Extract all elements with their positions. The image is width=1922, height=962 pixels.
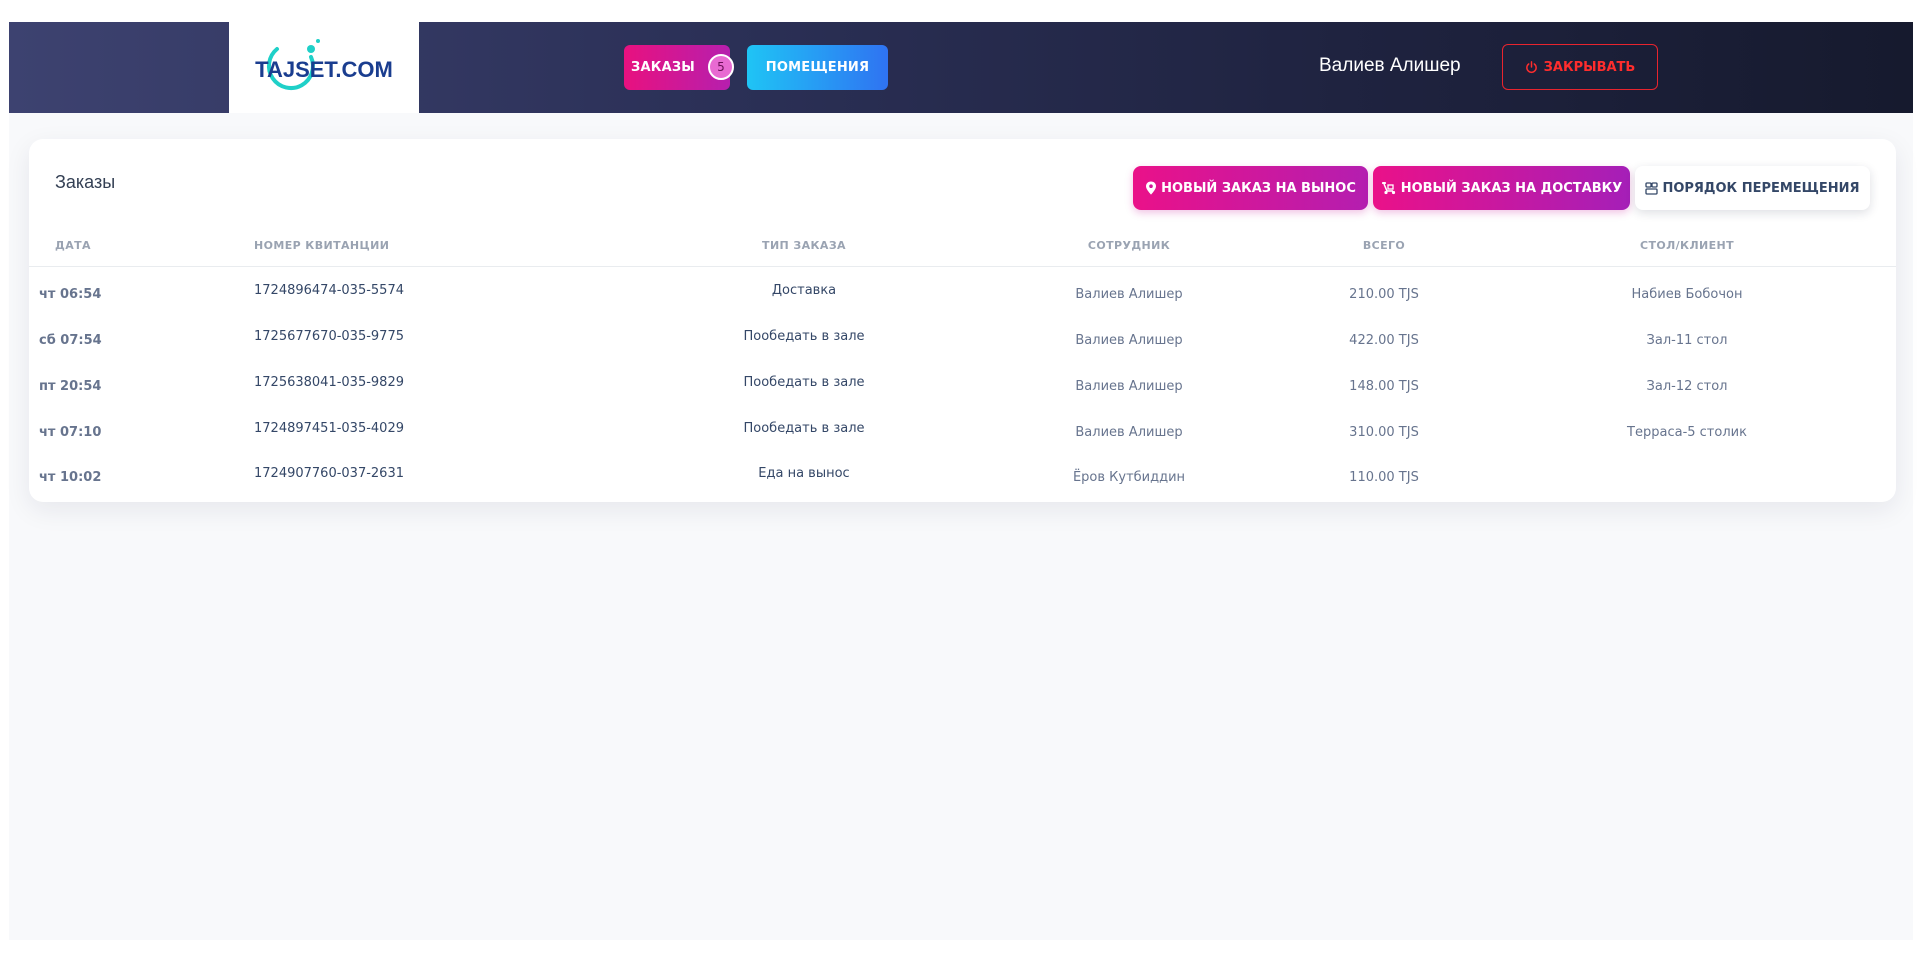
move-order-button[interactable]: ПОРЯДОК ПЕРЕМЕЩЕНИЯ <box>1635 166 1870 210</box>
cell-order-type: Еда на вынос <box>758 466 850 481</box>
orders-count-badge: 5 <box>708 54 734 80</box>
orders-table-header: ДАТА НОМЕР КВИТАНЦИИ ТИП ЗАКАЗА СОТРУДНИ… <box>29 231 1896 267</box>
cell-order-type: Пообедать в зале <box>743 375 865 390</box>
table-move-icon <box>1645 181 1659 195</box>
nav-rooms-label: ПОМЕЩЕНИЯ <box>765 60 870 75</box>
close-shift-label: ЗАКРЫВАТЬ <box>1543 59 1636 75</box>
cell-table-client: Набиев Бобочон <box>1631 287 1743 302</box>
cell-employee: Валиев Алишер <box>1075 333 1183 348</box>
new-takeaway-order-label: НОВЫЙ ЗАКАЗ НА ВЫНОС <box>1161 180 1356 196</box>
app-window: TAJSET.COM ЗАКАЗЫ 5 ПОМЕЩЕНИЯ Валиев Али… <box>9 22 1913 940</box>
nav-orders-label: ЗАКАЗЫ <box>631 60 695 75</box>
cell-employee: Валиев Алишер <box>1075 379 1183 394</box>
cell-employee: Ёров Кутбиддин <box>1072 470 1186 485</box>
cell-date: чт 06:54 <box>39 287 102 302</box>
cell-total: 148.00 TJS <box>1349 379 1419 394</box>
cell-date: чт 10:02 <box>39 470 102 485</box>
column-header-employee[interactable]: СОТРУДНИК <box>1038 239 1220 252</box>
cell-order-type: Пообедать в зале <box>743 329 865 344</box>
top-navbar: TAJSET.COM ЗАКАЗЫ 5 ПОМЕЩЕНИЯ Валиев Али… <box>9 22 1913 113</box>
column-header-date[interactable]: ДАТА <box>55 239 91 252</box>
cell-table-client: Зал-12 стол <box>1646 379 1728 394</box>
cell-date: чт 07:10 <box>39 425 102 440</box>
logo-text: TAJSET.COM <box>255 57 393 82</box>
table-row[interactable]: чт 10:02 1724907760-037-2631 Еда на выно… <box>29 452 1896 498</box>
map-pin-icon <box>1146 181 1157 195</box>
move-order-label: ПОРЯДОК ПЕРЕМЕЩЕНИЯ <box>1662 180 1860 196</box>
new-delivery-order-label: НОВЫЙ ЗАКАЗ НА ДОСТАВКУ <box>1400 180 1623 196</box>
cell-receipt: 1724907760-037-2631 <box>254 466 404 481</box>
delivery-scooter-icon <box>1381 182 1395 195</box>
cell-date: сб 07:54 <box>39 333 102 348</box>
cell-order-type: Пообедать в зале <box>743 421 865 436</box>
cell-order-type: Доставка <box>771 283 837 298</box>
new-takeaway-order-button[interactable]: НОВЫЙ ЗАКАЗ НА ВЫНОС <box>1133 166 1368 210</box>
nav-orders-button[interactable]: ЗАКАЗЫ 5 <box>624 45 734 90</box>
logo[interactable]: TAJSET.COM <box>229 22 419 113</box>
table-row[interactable]: чт 07:10 1724897451-035-4029 Пообедать в… <box>29 407 1896 453</box>
cell-total: 310.00 TJS <box>1349 425 1419 440</box>
cell-employee: Валиев Алишер <box>1075 287 1183 302</box>
new-delivery-order-button[interactable]: НОВЫЙ ЗАКАЗ НА ДОСТАВКУ <box>1373 166 1630 210</box>
table-row[interactable]: чт 06:54 1724896474-035-5574 Доставка Ва… <box>29 269 1896 315</box>
cell-date: пт 20:54 <box>39 379 102 394</box>
column-header-receipt[interactable]: НОМЕР КВИТАНЦИИ <box>254 239 389 252</box>
cell-table-client: Терраса-5 столик <box>1627 425 1747 440</box>
close-shift-button[interactable]: ЗАКРЫВАТЬ <box>1502 44 1658 90</box>
column-header-order-type[interactable]: ТИП ЗАКАЗА <box>688 239 920 252</box>
table-row[interactable]: сб 07:54 1725677670-035-9775 Пообедать в… <box>29 315 1896 361</box>
tajset-logo-icon: TAJSET.COM <box>255 38 393 90</box>
orders-card: Заказы НОВЫЙ ЗАКАЗ НА ВЫНОС НОВЫЙ ЗАКАЗ … <box>29 139 1896 502</box>
cell-total: 422.00 TJS <box>1349 333 1419 348</box>
cell-total: 110.00 TJS <box>1349 470 1419 485</box>
power-icon <box>1525 60 1537 73</box>
cell-total: 210.00 TJS <box>1349 287 1419 302</box>
cell-table-client: Зал-11 стол <box>1646 333 1728 348</box>
cell-receipt: 1725677670-035-9775 <box>254 329 404 344</box>
cell-receipt: 1725638041-035-9829 <box>254 375 404 390</box>
cell-receipt: 1724897451-035-4029 <box>254 421 404 436</box>
column-header-table-client[interactable]: СТОЛ/КЛИЕНТ <box>1589 239 1785 252</box>
table-row[interactable]: пт 20:54 1725638041-035-9829 Пообедать в… <box>29 361 1896 407</box>
page-title: Заказы <box>55 172 116 192</box>
nav-rooms-button[interactable]: ПОМЕЩЕНИЯ <box>747 45 888 90</box>
user-name: Валиев Алишер <box>1319 55 1461 76</box>
cell-employee: Валиев Алишер <box>1075 425 1183 440</box>
cell-receipt: 1724896474-035-5574 <box>254 283 404 298</box>
column-header-total[interactable]: ВСЕГО <box>1329 239 1439 252</box>
